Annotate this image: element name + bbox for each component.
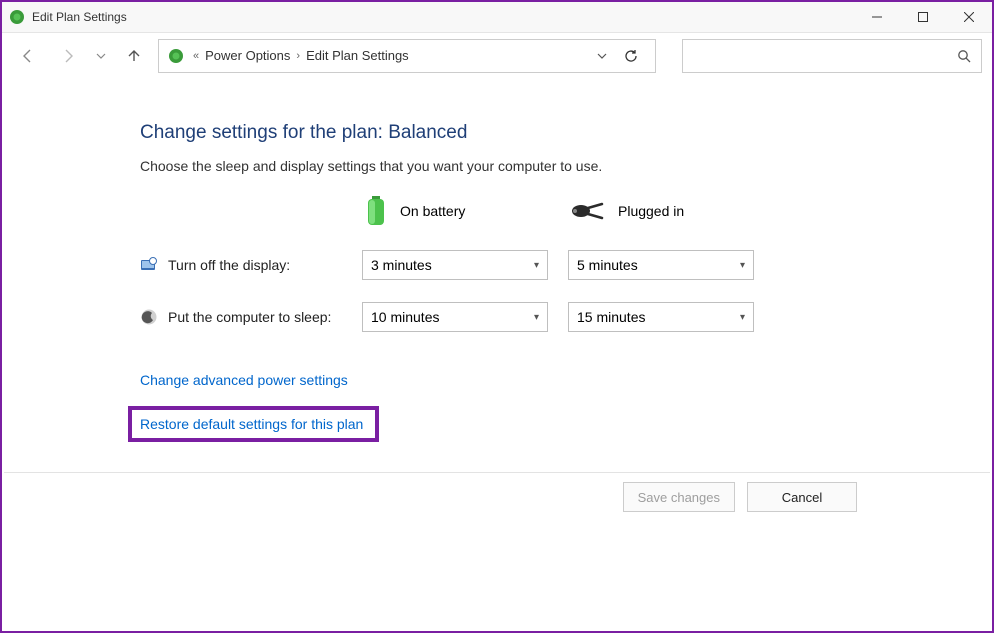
- row-sleep: Put the computer to sleep: 10 minutes ▾ …: [140, 302, 992, 332]
- row-display-label: Turn off the display:: [140, 256, 362, 274]
- address-dropdown-icon[interactable]: [597, 51, 615, 61]
- sleep-plugged-value: 15 minutes: [577, 309, 645, 325]
- chevron-down-icon: ▾: [534, 260, 539, 271]
- window-title: Edit Plan Settings: [32, 10, 854, 24]
- minimize-button[interactable]: [854, 2, 900, 32]
- col-plugged-in: Plugged in: [568, 200, 774, 222]
- cancel-button[interactable]: Cancel: [747, 482, 857, 512]
- breadcrumb-item-power-options[interactable]: Power Options: [205, 48, 290, 63]
- titlebar: Edit Plan Settings: [2, 2, 992, 33]
- search-icon[interactable]: [957, 49, 971, 63]
- chevron-right-icon[interactable]: ›: [296, 50, 300, 62]
- forward-button[interactable]: [52, 40, 84, 72]
- save-button[interactable]: Save changes: [623, 482, 735, 512]
- display-battery-select[interactable]: 3 minutes ▾: [362, 250, 548, 280]
- plug-icon: [568, 200, 608, 222]
- link-advanced-settings[interactable]: Change advanced power settings: [140, 372, 992, 388]
- search-input[interactable]: [693, 48, 957, 63]
- chevron-down-icon: ▾: [740, 260, 745, 271]
- recent-locations-button[interactable]: [92, 40, 110, 72]
- breadcrumb-item-edit-plan[interactable]: Edit Plan Settings: [306, 48, 409, 63]
- sleep-battery-value: 10 minutes: [371, 309, 439, 325]
- col-battery-label: On battery: [400, 203, 465, 219]
- breadcrumb: « Power Options › Edit Plan Settings: [193, 48, 589, 63]
- navbar: « Power Options › Edit Plan Settings: [2, 33, 992, 78]
- sleep-plugged-select[interactable]: 15 minutes ▾: [568, 302, 754, 332]
- control-panel-icon: [167, 47, 185, 65]
- content: Change settings for the plan: Balanced C…: [2, 78, 992, 442]
- chevron-down-icon: ▾: [740, 312, 745, 323]
- app-icon: [8, 8, 26, 26]
- sleep-icon: [140, 308, 158, 326]
- link-restore-defaults[interactable]: Restore default settings for this plan: [140, 416, 363, 432]
- close-button[interactable]: [946, 2, 992, 32]
- search-bar[interactable]: [682, 39, 982, 73]
- battery-icon: [362, 194, 390, 228]
- display-plugged-value: 5 minutes: [577, 257, 638, 273]
- refresh-button[interactable]: [623, 48, 647, 64]
- page-title: Change settings for the plan: Balanced: [140, 122, 992, 144]
- col-plugged-label: Plugged in: [618, 203, 684, 219]
- row-sleep-label: Put the computer to sleep:: [140, 308, 362, 326]
- sleep-battery-select[interactable]: 10 minutes ▾: [362, 302, 548, 332]
- window-buttons: [854, 2, 992, 32]
- breadcrumb-overflow-icon[interactable]: «: [193, 50, 199, 62]
- window: Edit Plan Settings: [0, 0, 994, 633]
- row-display: Turn off the display: 3 minutes ▾ 5 minu…: [140, 250, 992, 280]
- up-button[interactable]: [118, 40, 150, 72]
- back-button[interactable]: [12, 40, 44, 72]
- footer-buttons: Save changes Cancel: [623, 482, 857, 512]
- address-bar[interactable]: « Power Options › Edit Plan Settings: [158, 39, 656, 73]
- display-battery-value: 3 minutes: [371, 257, 432, 273]
- column-headers: On battery Plugged in: [140, 194, 992, 228]
- col-on-battery: On battery: [362, 194, 568, 228]
- highlight-box: Restore default settings for this plan: [128, 406, 379, 442]
- display-plugged-select[interactable]: 5 minutes ▾: [568, 250, 754, 280]
- display-icon: [140, 256, 158, 274]
- maximize-button[interactable]: [900, 2, 946, 32]
- footer-separator: [4, 472, 990, 473]
- chevron-down-icon: ▾: [534, 312, 539, 323]
- page-subtitle: Choose the sleep and display settings th…: [140, 158, 992, 174]
